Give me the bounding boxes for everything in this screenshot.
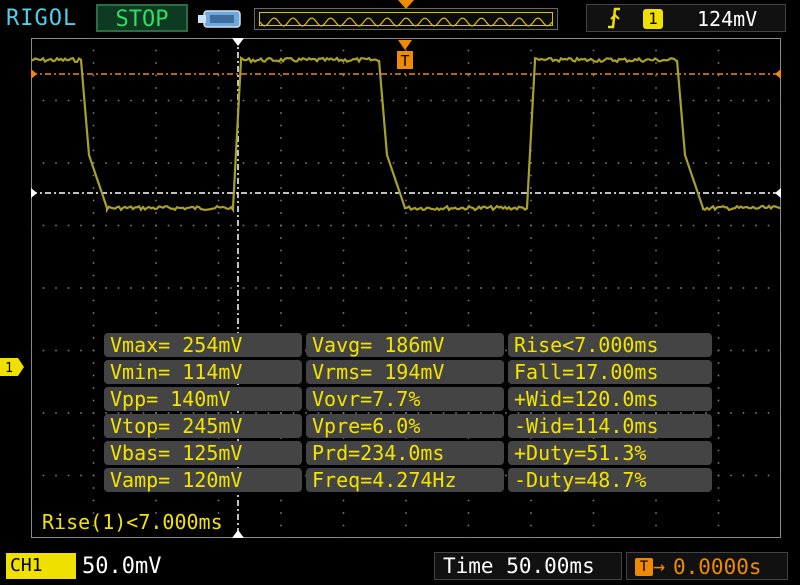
measurement-cell: Vamp= 120mV	[104, 468, 302, 492]
top-status-bar: RIGOL STOP 1 124mV	[0, 0, 800, 38]
measurement-cell: +Duty=51.3%	[508, 441, 712, 465]
measurement-row: Vtop= 245mV Vpre=6.0% -Wid=114.0ms	[104, 414, 712, 438]
trigger-offset-readout[interactable]: T → 0.0000s	[626, 552, 788, 580]
trigger-point-label: T	[400, 52, 409, 70]
measurement-cell: Vovr=7.7%	[306, 387, 504, 411]
measurement-cell: Rise<7.000ms	[508, 333, 712, 357]
measurement-cell: Vpp= 140mV	[104, 387, 302, 411]
arrow-right-icon: →	[653, 554, 666, 578]
measurement-row: Vamp= 120mV Freq=4.274Hz -Duty=48.7%	[104, 468, 712, 492]
measurement-row: Vmin= 114mV Vrms= 194mV Fall=17.00ms	[104, 360, 712, 384]
measurement-cell: -Duty=48.7%	[508, 468, 712, 492]
measurement-cell: +Wid=120.0ms	[508, 387, 712, 411]
trigger-offset-icon: T	[635, 558, 653, 576]
trigger-position-marker	[398, 0, 414, 9]
svg-text:1: 1	[5, 361, 13, 376]
trigger-source-badge: 1	[643, 9, 663, 29]
measurement-cell: Fall=17.00ms	[508, 360, 712, 384]
ch1-vertical-scale: 50.0mV	[82, 554, 162, 579]
ch1-position-marker[interactable]: 1	[0, 358, 24, 376]
measurement-cell: Vmax= 254mV	[104, 333, 302, 357]
timebase-readout[interactable]: Time 50.00ms	[434, 552, 622, 580]
measurement-row: Vpp= 140mV Vovr=7.7% +Wid=120.0ms	[104, 387, 712, 411]
trigger-level: 124mV	[697, 7, 758, 31]
measurement-cell: Vbas= 125mV	[104, 441, 302, 465]
measurement-cell: Vrms= 194mV	[306, 360, 504, 384]
memory-window	[259, 12, 553, 27]
run-stop-status[interactable]: STOP	[96, 4, 188, 32]
trigger-settings[interactable]: 1 124mV	[586, 4, 786, 32]
measurement-cell: Freq=4.274Hz	[306, 468, 504, 492]
measurement-cell: -Wid=114.0ms	[508, 414, 712, 438]
ch1-label[interactable]: CH1	[6, 553, 76, 579]
active-measurement-readout: Rise(1)<7.000ms	[42, 510, 223, 534]
usb-storage-icon	[198, 10, 241, 28]
measurement-cell: Vmin= 114mV	[104, 360, 302, 384]
measurement-cell: Prd=234.0ms	[306, 441, 504, 465]
measurement-row: Vbas= 125mV Prd=234.0ms +Duty=51.3%	[104, 441, 712, 465]
measurement-cell: Vpre=6.0%	[306, 414, 504, 438]
measurement-row: Vmax= 254mV Vavg= 186mV Rise<7.000ms	[104, 333, 712, 357]
bottom-status-bar: CH1 50.0mV Time 50.00ms T → 0.0000s	[0, 548, 800, 585]
memory-depth-bar	[254, 8, 558, 30]
measurement-cell: Vtop= 245mV	[104, 414, 302, 438]
rising-edge-icon	[608, 7, 620, 29]
trigger-offset-value: 0.0000s	[673, 555, 762, 579]
memory-waveform-icon	[259, 17, 553, 27]
measurement-cell: Vavg= 186mV	[306, 333, 504, 357]
brand-logo: RIGOL	[6, 6, 78, 31]
measurement-panel: Vmax= 254mV Vavg= 186mV Rise<7.000ms Vmin= …	[104, 333, 712, 497]
